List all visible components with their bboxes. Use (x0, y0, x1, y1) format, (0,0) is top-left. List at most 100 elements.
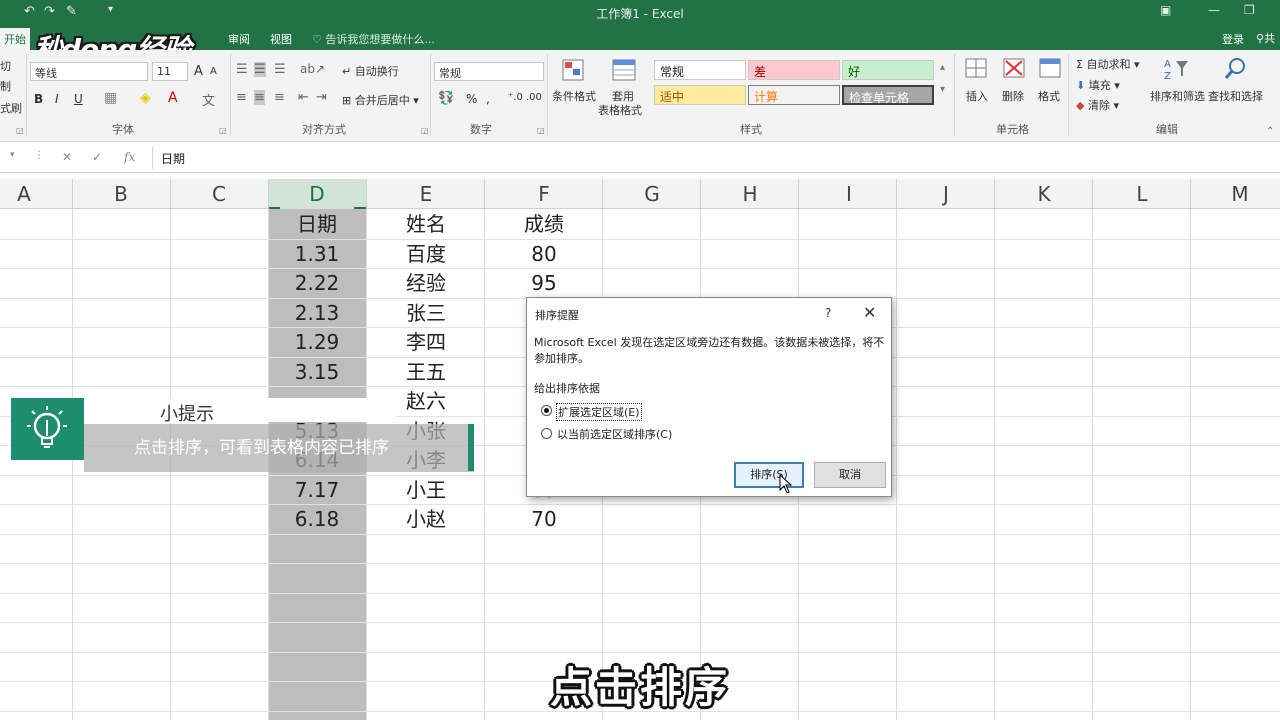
align-top-icon[interactable]: ☰ (236, 62, 248, 77)
increase-decimal-icon[interactable]: ⁺.0 (508, 92, 523, 103)
cut-button[interactable]: 切 (0, 58, 11, 74)
shrink-font-icon[interactable]: A (210, 66, 217, 77)
column-header-divider[interactable] (798, 179, 799, 209)
cell[interactable]: 6.18 (267, 504, 367, 534)
column-header-k[interactable]: K (1007, 179, 1081, 209)
restore-icon[interactable]: ❐ (1244, 3, 1255, 17)
column-header-i[interactable]: I (812, 179, 886, 209)
column-header-j[interactable]: J (909, 179, 983, 209)
grow-font-icon[interactable]: A (194, 64, 203, 79)
cell[interactable]: 百度 (376, 239, 476, 269)
cell[interactable]: 张三 (376, 298, 476, 328)
decrease-decimal-icon[interactable]: .00 (526, 92, 542, 103)
current-selection-label[interactable]: 以当前选定区域排序(C) (557, 426, 672, 442)
cell[interactable]: 小王 (376, 475, 476, 505)
format-as-table-label-2[interactable]: 表格格式 (598, 102, 642, 118)
border-icon[interactable]: ▦ (104, 90, 117, 106)
column-header-divider[interactable] (700, 179, 701, 209)
column-header-divider[interactable] (1190, 179, 1191, 209)
help-icon[interactable]: ? (825, 306, 831, 320)
cell[interactable]: 95 (494, 268, 594, 298)
column-header-b[interactable]: B (84, 179, 158, 209)
font-name-select[interactable]: 等线 (30, 62, 148, 81)
cell[interactable]: 王五 (376, 357, 476, 387)
column-header-h[interactable]: H (713, 179, 787, 209)
fill-color-icon[interactable]: ◈ (140, 90, 151, 106)
cancel-button[interactable]: 取消 (814, 462, 886, 488)
find-select-button[interactable]: 查找和选择 (1208, 88, 1263, 104)
enter-icon[interactable]: ✓ (92, 150, 102, 164)
align-right-icon[interactable]: ≡ (274, 90, 285, 105)
style-good[interactable]: 好 (842, 60, 934, 80)
autosum-button[interactable]: Σ 自动求和 ▾ (1076, 56, 1139, 72)
bold-button[interactable]: B (34, 92, 43, 106)
align-middle-icon[interactable]: ☰ (254, 62, 266, 77)
login-link[interactable]: 登录 (1222, 31, 1244, 47)
comma-button[interactable]: , (486, 92, 490, 106)
cell[interactable]: 李四 (376, 327, 476, 357)
fill-button[interactable]: ⬇ 填充 ▾ (1076, 77, 1120, 93)
column-header-divider[interactable] (484, 179, 485, 209)
cell[interactable]: 经验 (376, 268, 476, 298)
font-launcher-icon[interactable]: ◲ (219, 126, 227, 135)
percent-button[interactable]: % (466, 92, 477, 106)
column-header-divider[interactable] (896, 179, 897, 209)
column-header-divider[interactable] (994, 179, 995, 209)
formula-input[interactable]: 日期 (152, 147, 1280, 169)
cell[interactable]: 2.22 (267, 268, 367, 298)
expand-selection-radio[interactable] (541, 405, 552, 416)
align-center-icon[interactable]: ≡ (254, 90, 265, 105)
current-selection-radio[interactable] (541, 428, 552, 439)
italic-button[interactable]: I (55, 92, 59, 106)
delete-button[interactable]: 删除 (1002, 88, 1024, 104)
column-header-divider[interactable] (72, 179, 73, 209)
collapse-ribbon-icon[interactable]: ⌃ (1266, 126, 1274, 137)
style-neutral[interactable]: 适中 (654, 85, 746, 105)
number-format-select[interactable]: 常规 (434, 62, 544, 81)
merge-center-button[interactable]: ⊞ 合并后居中 ▾ (342, 92, 419, 108)
styles-scroll-up-icon[interactable]: ▴ (940, 62, 945, 73)
increase-indent-icon[interactable]: ⇥ (316, 90, 327, 105)
format-painter-button[interactable]: 式刷 (0, 100, 22, 116)
number-launcher-icon[interactable]: ◲ (537, 126, 545, 135)
cell[interactable]: 80 (494, 239, 594, 269)
styles-scroll-down-icon[interactable]: ▾ (940, 84, 945, 95)
share-button[interactable]: ⚲共 (1256, 30, 1275, 46)
cell[interactable]: 70 (494, 504, 594, 534)
format-button[interactable]: 格式 (1038, 88, 1060, 104)
tab-home[interactable]: 开始 (0, 28, 30, 50)
conditional-format-button[interactable]: 条件格式 (552, 88, 596, 104)
font-color-icon[interactable]: A (168, 90, 178, 106)
ribbon-display-icon[interactable]: ▣ (1160, 3, 1171, 17)
name-box-dropdown-icon[interactable]: ▾ (10, 150, 15, 160)
cell[interactable]: 1.31 (267, 239, 367, 269)
style-check-cell[interactable]: 检查单元格 (842, 85, 934, 105)
underline-button[interactable]: U (74, 92, 83, 106)
cell[interactable]: 成绩 (494, 209, 594, 239)
cell[interactable]: 7.17 (267, 475, 367, 505)
column-header-m[interactable]: M (1203, 179, 1277, 209)
column-header-a[interactable]: A (0, 179, 61, 209)
column-header-divider[interactable] (1092, 179, 1093, 209)
column-header-l[interactable]: L (1105, 179, 1179, 209)
expand-selection-label[interactable]: 扩展选定区域(E) (556, 403, 642, 421)
style-bad[interactable]: 差 (748, 60, 840, 80)
font-size-select[interactable]: 11 (152, 62, 188, 81)
column-header-g[interactable]: G (615, 179, 689, 209)
align-left-icon[interactable]: ≡ (236, 90, 247, 105)
sort-filter-button[interactable]: 排序和筛选 (1150, 88, 1205, 104)
sort-button[interactable]: 排序(S) (734, 462, 804, 488)
style-normal[interactable]: 常规 (654, 60, 746, 80)
phonetic-icon[interactable]: 文 (202, 90, 215, 109)
close-icon[interactable]: ✕ (863, 303, 876, 322)
column-header-divider[interactable] (366, 179, 367, 209)
decrease-indent-icon[interactable]: ⇤ (298, 90, 309, 105)
cell[interactable]: 姓名 (376, 209, 476, 239)
tab-review[interactable]: 审阅 (228, 31, 250, 47)
column-header-e[interactable]: E (389, 179, 463, 209)
cell[interactable]: 日期 (267, 209, 367, 239)
copy-button[interactable]: 制 (0, 78, 11, 94)
align-bottom-icon[interactable]: ☰ (274, 62, 286, 77)
orientation-icon[interactable]: ab↗ (300, 62, 325, 76)
wrap-text-button[interactable]: ↵ 自动换行 (342, 63, 399, 79)
